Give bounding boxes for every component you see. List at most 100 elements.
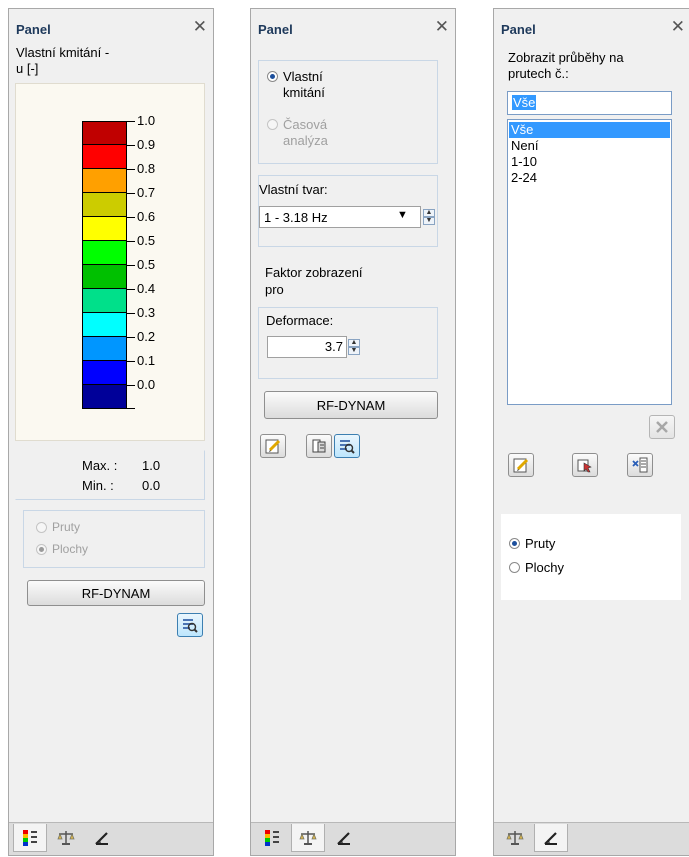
scale-label: 0.2 — [137, 329, 156, 344]
mode-shape-spinner[interactable]: ▲ ▼ — [423, 209, 435, 225]
radio-vlastni-kmitani[interactable]: Vlastní kmitání — [267, 69, 325, 101]
panel-title: Panel — [16, 22, 51, 37]
copy-icon — [312, 439, 326, 453]
list-item[interactable]: Není — [508, 138, 671, 154]
radio-label: Vlastní — [283, 69, 323, 84]
radio-casova-analyza[interactable]: Časová analýza — [267, 117, 328, 149]
measure-icon — [544, 831, 557, 845]
close-icon[interactable]: ✕ — [193, 18, 207, 36]
radio-label: analýza — [283, 133, 328, 148]
radio-plochy[interactable]: Plochy — [36, 542, 88, 556]
pick-cursor-icon — [577, 459, 592, 473]
zoom-button[interactable] — [334, 434, 360, 458]
scale-tick — [127, 385, 135, 386]
edit-button[interactable] — [260, 434, 286, 458]
panel-title: Panel — [501, 22, 536, 37]
scale-label: 1.0 — [137, 113, 156, 128]
color-swatch — [82, 121, 127, 145]
caption-line: Zobrazit průběhy na — [508, 50, 624, 65]
tab-balance[interactable] — [498, 824, 532, 852]
radio-label: Plochy — [52, 542, 89, 556]
input-value: Vše — [512, 95, 537, 110]
spin-down-icon[interactable]: ▼ — [423, 217, 435, 225]
radio-pruty[interactable]: Pruty — [36, 520, 80, 534]
close-icon[interactable]: ✕ — [435, 18, 449, 36]
button-label: RF-DYNAM — [81, 585, 151, 601]
list-delete-icon — [632, 457, 648, 473]
caption-line: Faktor zobrazení — [265, 265, 363, 280]
radio-button[interactable] — [509, 538, 520, 549]
radio-button[interactable] — [509, 562, 520, 573]
radio-plochy[interactable]: Plochy — [509, 560, 564, 575]
tab-measure[interactable] — [327, 824, 361, 852]
panel-titlebar: Panel ✕ — [251, 9, 455, 41]
radio-button[interactable] — [36, 544, 47, 555]
members-input[interactable]: Vše — [507, 91, 672, 115]
tab-measure[interactable] — [85, 824, 119, 852]
radio-pruty[interactable]: Pruty — [509, 536, 555, 551]
close-icon[interactable]: ✕ — [671, 18, 685, 36]
faktor-caption: Faktor zobrazení pro — [265, 264, 363, 298]
maxmin-box: Max. : 1.0 Min. : 0.0 — [15, 450, 205, 500]
deformation-input[interactable]: 3.7 — [267, 336, 347, 358]
rf-dynam-button[interactable]: RF-DYNAM — [27, 580, 205, 606]
select-graphic-button[interactable] — [572, 453, 598, 477]
tab-measure[interactable] — [534, 824, 568, 852]
edit-icon — [513, 458, 529, 473]
edit-button[interactable] — [508, 453, 534, 477]
panel-title: Panel — [258, 22, 293, 37]
caption-line: u [-] — [16, 61, 39, 76]
color-swatch — [82, 217, 127, 241]
spin-up-icon[interactable]: ▲ — [348, 339, 360, 347]
color-swatch — [82, 337, 127, 361]
tab-balance[interactable] — [49, 824, 83, 852]
delete-x-icon — [656, 421, 668, 433]
scale-label: 0.4 — [137, 281, 156, 296]
panel-tabbar — [251, 822, 455, 855]
members-list[interactable]: Vše Není 1-10 2-24 — [507, 119, 672, 405]
caption-line: pro — [265, 282, 284, 297]
list-item-selected[interactable]: Vše — [509, 122, 670, 138]
remove-list-button[interactable] — [627, 453, 653, 477]
dropdown-arrow-icon[interactable]: ▼ — [397, 209, 408, 221]
mode-shape-group: Vlastní tvar: 1 - 3.18 Hz ▼ ▲ ▼ — [258, 175, 438, 247]
color-swatch — [82, 241, 127, 265]
list-item[interactable]: 2-24 — [508, 170, 671, 186]
deformation-spinner[interactable]: ▲ ▼ — [348, 339, 360, 355]
scale-tick — [127, 193, 135, 194]
copy-button[interactable] — [306, 434, 332, 458]
radio-label: Pruty — [52, 520, 81, 534]
scale-tick — [127, 121, 135, 122]
rf-dynam-button[interactable]: RF-DYNAM — [264, 391, 438, 419]
radio-button[interactable] — [267, 119, 278, 130]
tab-colorscale[interactable] — [13, 824, 47, 852]
radio-button[interactable] — [36, 522, 47, 533]
scale-tick — [127, 337, 135, 338]
spin-up-icon[interactable]: ▲ — [423, 209, 435, 217]
scale-label: 0.7 — [137, 185, 156, 200]
scale-tick — [127, 289, 135, 290]
measure-icon — [95, 832, 108, 845]
panel-titlebar: Panel ✕ — [494, 9, 689, 41]
panel-tabbar — [494, 822, 689, 855]
caption-line: Vlastní kmitání - — [16, 45, 110, 60]
tab-balance[interactable] — [291, 824, 325, 852]
select-value: 1 - 3.18 Hz — [264, 210, 328, 225]
radio-label: kmitání — [283, 85, 325, 100]
radio-button[interactable] — [267, 71, 278, 82]
balance-icon — [299, 830, 317, 845]
deformace-label: Deformace: — [266, 313, 334, 328]
color-swatch — [82, 313, 127, 337]
scale-tick — [127, 169, 135, 170]
result-caption: Vlastní kmitání - u [-] — [16, 45, 109, 77]
tab-colorscale[interactable] — [255, 824, 289, 852]
spin-down-icon[interactable]: ▼ — [348, 347, 360, 355]
min-label: Min. : — [82, 478, 114, 493]
list-item[interactable]: 1-10 — [508, 154, 671, 170]
radio-label: Pruty — [525, 536, 556, 551]
magnifier-icon — [340, 440, 355, 454]
delete-button[interactable] — [649, 415, 675, 439]
mode-shape-select[interactable]: 1 - 3.18 Hz ▼ — [259, 206, 421, 228]
type-radio-group: Pruty Plochy — [501, 514, 681, 600]
zoom-button[interactable] — [177, 613, 203, 637]
